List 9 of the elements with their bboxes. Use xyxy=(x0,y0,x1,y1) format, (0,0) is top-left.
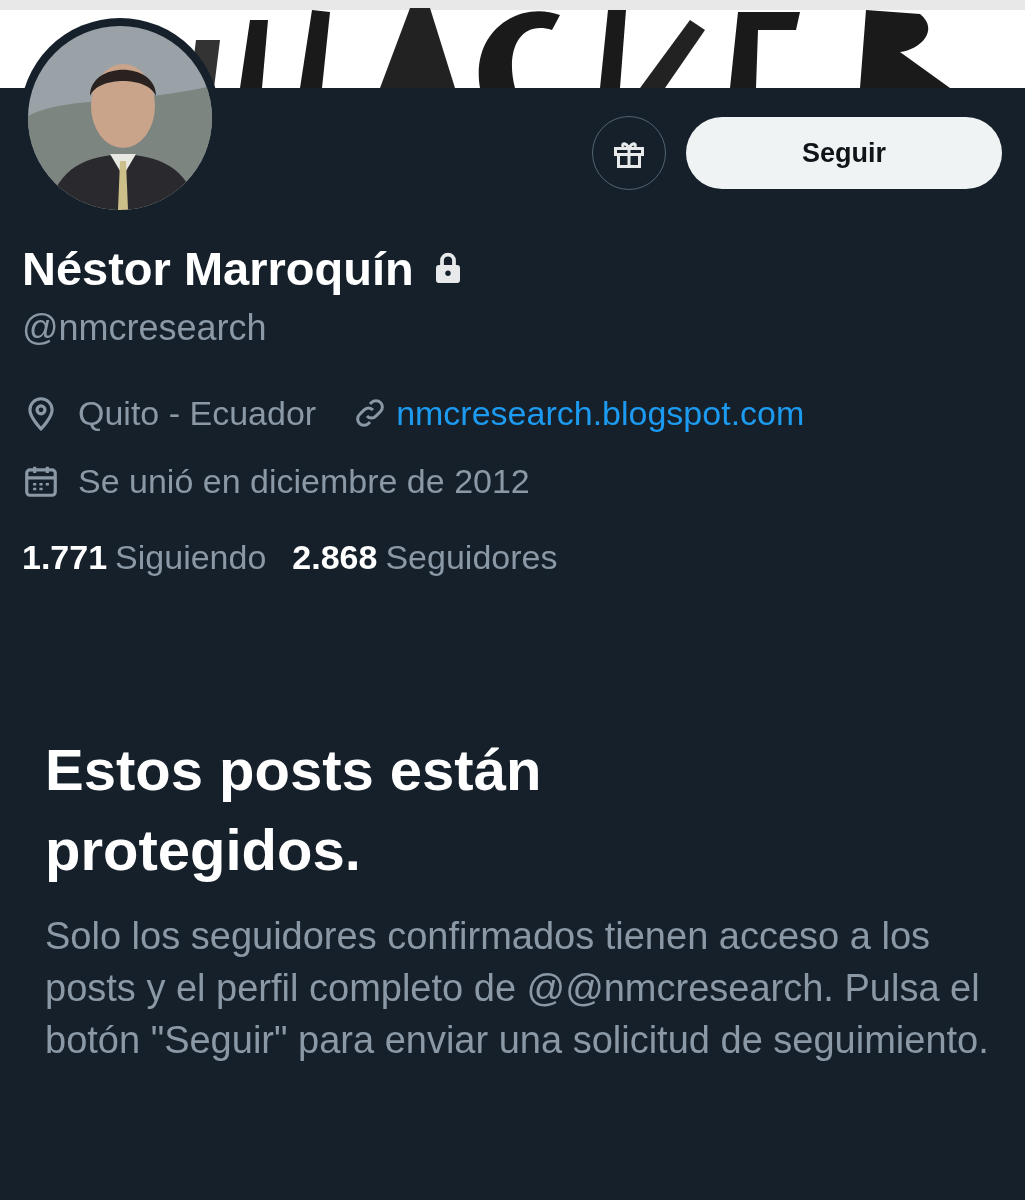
website-link[interactable]: nmcresearch.blogspot.com xyxy=(396,390,805,436)
joined-date: Se unió en diciembre de 2012 xyxy=(78,461,530,502)
profile-handle: @nmcresearch xyxy=(22,306,268,350)
stat-link[interactable]: 1.771 Siguiendo xyxy=(22,534,267,580)
follow-button[interactable]: Seguir xyxy=(686,117,1002,189)
stat-link[interactable]: 2.868 Seguidores xyxy=(292,534,558,580)
location-text: Quito - Ecuador xyxy=(78,393,317,434)
notice-title: Estos posts están protegidos. xyxy=(45,736,543,884)
notice-message: Solo los seguidores confirmados tienen acceso a los posts y el perfil completo de @@nmcresearch. Pulsa el botón "Seguir" para enviar una solicitud de seguimiento. xyxy=(45,914,990,1063)
